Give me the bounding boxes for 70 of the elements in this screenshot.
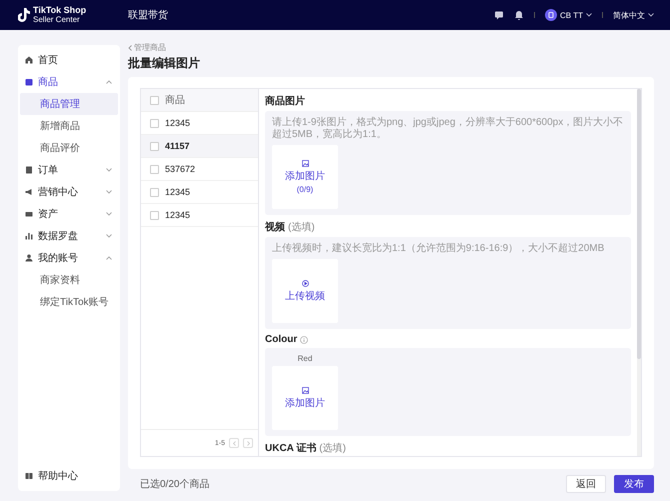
row-checkbox[interactable] [150, 210, 159, 220]
logo-title: TikTok Shop [33, 6, 86, 15]
product-id: 12345 [165, 210, 190, 220]
section-title: UKCA 证书 [265, 442, 316, 455]
music-note-logo-icon [18, 8, 30, 22]
avatar-icon [545, 9, 558, 21]
upload-hint: 请上传1-9张图片，格式为png、jpg或jpeg，分辨率大于600*600px，图片大小不超过5MB，宽高比为1:1。 [272, 117, 624, 141]
product-id: 537672 [165, 164, 196, 174]
scrollbar-thumb[interactable] [637, 89, 641, 359]
row-checkbox[interactable] [150, 188, 159, 196]
chat-icon[interactable] [494, 10, 504, 20]
user-menu[interactable]: CB TT [545, 9, 592, 21]
bell-icon[interactable] [514, 10, 524, 20]
caret-icon [648, 13, 654, 17]
section-title: 视频 [265, 220, 285, 234]
home-icon [25, 56, 33, 64]
sidebar-item[interactable]: 资产 [18, 203, 120, 225]
product-id: 41157 [165, 141, 190, 151]
publish-button[interactable]: 发布 [614, 475, 654, 493]
select-all-checkbox[interactable] [150, 96, 159, 104]
megaphone-icon [25, 188, 33, 196]
upload-tile[interactable]: 添加图片 (0/9) [272, 145, 338, 209]
sidebar-subitem[interactable]: 商品管理 [20, 93, 118, 115]
app-title: 联盟带货 [128, 8, 169, 22]
document-icon [25, 166, 33, 174]
product-id: 12345 [165, 118, 190, 128]
previous-page-button[interactable] [229, 438, 239, 448]
play-icon [302, 280, 308, 286]
image-icon [302, 386, 308, 394]
upload-tile[interactable]: 上传视频 [272, 259, 338, 323]
optional-label: (选填) [288, 220, 315, 234]
help-center-item[interactable]: 帮助中心 [18, 465, 120, 487]
product-row[interactable]: 12345 [141, 204, 258, 227]
chevron-left-icon [232, 440, 236, 446]
row-checkbox[interactable] [150, 164, 159, 174]
section-title: Colour [265, 334, 298, 345]
optional-label: (选填) [319, 442, 346, 455]
chevron-right-icon [246, 440, 250, 446]
page-title: 批量编辑图片 [128, 55, 201, 72]
sidebar-item[interactable]: 我的账号 [18, 247, 120, 269]
variant-label: Red [296, 354, 314, 363]
row-checkbox[interactable] [150, 118, 159, 128]
back-button[interactable]: 返回 [566, 475, 606, 493]
sidebar-item[interactable]: 商品 [18, 71, 120, 93]
person-icon [25, 254, 33, 262]
column-header: 商品 [165, 94, 185, 107]
product-id: 12345 [165, 187, 190, 197]
bar-chart-icon [25, 232, 33, 240]
image-icon [302, 160, 308, 167]
upload-tile[interactable]: 添加图片 [272, 366, 338, 430]
sidebar-item[interactable]: 数据罗盘 [18, 225, 120, 247]
selection-count: 已选0/20个商品 [140, 478, 210, 491]
sidebar-item[interactable]: 首页 [18, 49, 120, 71]
caret-icon [586, 13, 592, 17]
logo-subtitle: Seller Center [33, 15, 81, 24]
sidebar-subitem[interactable]: 商品评价 [20, 137, 118, 159]
language-menu[interactable]: 简体中文 [613, 10, 654, 20]
section-title: 商品图片 [265, 94, 305, 108]
product-row[interactable]: 12345 [141, 181, 258, 204]
sidebar-item[interactable]: 营销中心 [18, 181, 120, 203]
row-checkbox[interactable] [150, 142, 159, 150]
sidebar-item[interactable]: 订单 [18, 159, 120, 181]
sidebar-subitem[interactable]: 新增商品 [20, 115, 118, 137]
upload-hint: 上传视频时，建议长宽比为1:1（允许范围为9:16-16:9），大小不超过20MB [272, 243, 606, 255]
product-row[interactable]: 537672 [141, 158, 258, 181]
product-row[interactable]: 41157 [141, 135, 258, 158]
chevron-left-icon[interactable] [128, 44, 132, 50]
next-page-button[interactable] [243, 438, 253, 448]
sidebar-subitem[interactable]: 商家资料 [20, 269, 118, 291]
sidebar-subitem[interactable]: 绑定TikTok账号 [20, 291, 118, 313]
